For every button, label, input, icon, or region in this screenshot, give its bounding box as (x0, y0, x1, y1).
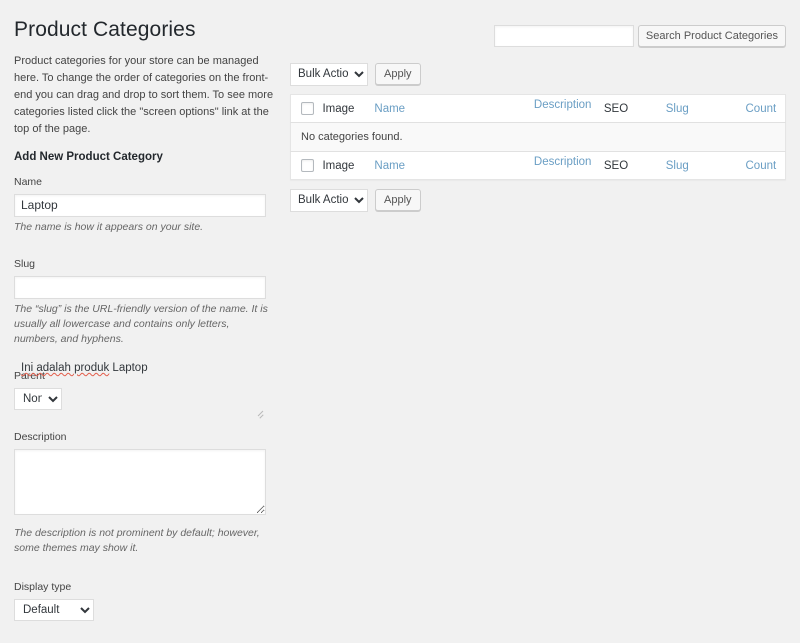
search-input[interactable] (493, 25, 634, 47)
name-label: Name (14, 176, 43, 189)
empty-state-row: No categories found. (290, 122, 786, 152)
categories-list-panel: Search Product Categories Bulk Actions A… (290, 24, 786, 212)
table-foot: Image Name Description SEO Slug Count (290, 151, 786, 180)
table-body: No categories found. (290, 122, 786, 152)
search-box: Search Product Categories (290, 24, 786, 48)
table-footer-row: Image Name Description SEO Slug Count (290, 151, 786, 180)
field-slug: Slug The “slug” is the URL-friendly vers… (14, 257, 280, 347)
name-footer-link[interactable]: Name (374, 160, 405, 172)
display-type-label: Display type (14, 581, 72, 594)
field-name: Name The name is how it appears on your … (14, 175, 280, 235)
count-column-footer[interactable]: Count (745, 151, 786, 180)
slug-input[interactable] (14, 275, 266, 299)
seo-footer-label: SEO (603, 159, 629, 172)
description-header-link[interactable]: Description (534, 99, 592, 111)
image-header-label: Image (322, 102, 355, 115)
description-column-footer[interactable]: Description (533, 151, 604, 180)
seo-header-label: SEO (603, 102, 629, 115)
description-footer-link[interactable]: Description (534, 156, 592, 168)
count-footer-link[interactable]: Count (746, 160, 777, 172)
count-header-link[interactable]: Count (746, 103, 777, 115)
product-categories-table: Image Name Description SEO Slug Count No… (290, 94, 786, 180)
form-heading: Add New Product Category (14, 151, 163, 164)
parent-select[interactable]: None (14, 388, 62, 411)
image-column-footer: Image (322, 151, 375, 180)
slug-header-link[interactable]: Slug (666, 103, 689, 115)
description-help: The description is not prominent by defa… (14, 526, 260, 555)
count-column-header[interactable]: Count (745, 94, 786, 123)
add-category-form: Product categories for your store can be… (14, 53, 280, 643)
apply-button-top[interactable]: Apply (375, 63, 421, 85)
empty-state-message: No categories found. (290, 122, 786, 152)
bulk-actions-bottom: Bulk Actions Apply (290, 188, 786, 212)
slug-help: The “slug” is the URL-friendly version o… (14, 302, 268, 346)
slug-footer-link[interactable]: Slug (666, 160, 689, 172)
description-label: Description (14, 431, 67, 444)
seo-column-header: SEO (603, 94, 666, 123)
image-footer-label: Image (322, 159, 355, 172)
slug-column-header[interactable]: Slug (665, 94, 746, 123)
search-product-categories-button[interactable]: Search Product Categories (637, 25, 786, 47)
bulk-actions-top: Bulk Actions Apply (290, 62, 786, 86)
select-all-footer (290, 151, 323, 180)
slug-column-footer[interactable]: Slug (665, 151, 746, 180)
name-column-footer[interactable]: Name (374, 151, 534, 180)
description-textarea[interactable] (14, 448, 266, 515)
seo-column-footer: SEO (603, 151, 666, 180)
page-title: Product Categories (14, 18, 196, 42)
field-description: Description The description is not promi… (14, 430, 280, 556)
field-parent: Parent None (14, 369, 280, 411)
parent-label: Parent (14, 370, 45, 383)
slug-label: Slug (14, 258, 36, 271)
image-column-header: Image (322, 94, 375, 123)
name-header-link[interactable]: Name (374, 103, 405, 115)
select-all-checkbox-bottom[interactable] (301, 159, 314, 172)
intro-text: Product categories for your store can be… (14, 55, 274, 136)
name-help: The name is how it appears on your site. (14, 220, 204, 233)
bulk-actions-select-bottom[interactable]: Bulk Actions (290, 188, 368, 212)
select-all-header (290, 94, 323, 123)
display-type-select[interactable]: Default (14, 598, 94, 621)
field-display-type: Display type Default (14, 580, 280, 621)
description-column-header[interactable]: Description (533, 94, 604, 123)
name-input[interactable] (14, 193, 266, 217)
name-column-header[interactable]: Name (374, 94, 534, 123)
table-header-row: Image Name Description SEO Slug Count (290, 94, 786, 123)
apply-button-bottom[interactable]: Apply (375, 189, 421, 211)
select-all-checkbox-top[interactable] (301, 102, 314, 115)
bulk-actions-select-top[interactable]: Bulk Actions (290, 62, 368, 86)
admin-page: Product Categories Product categories fo… (0, 0, 800, 643)
table-head: Image Name Description SEO Slug Count (290, 94, 786, 123)
